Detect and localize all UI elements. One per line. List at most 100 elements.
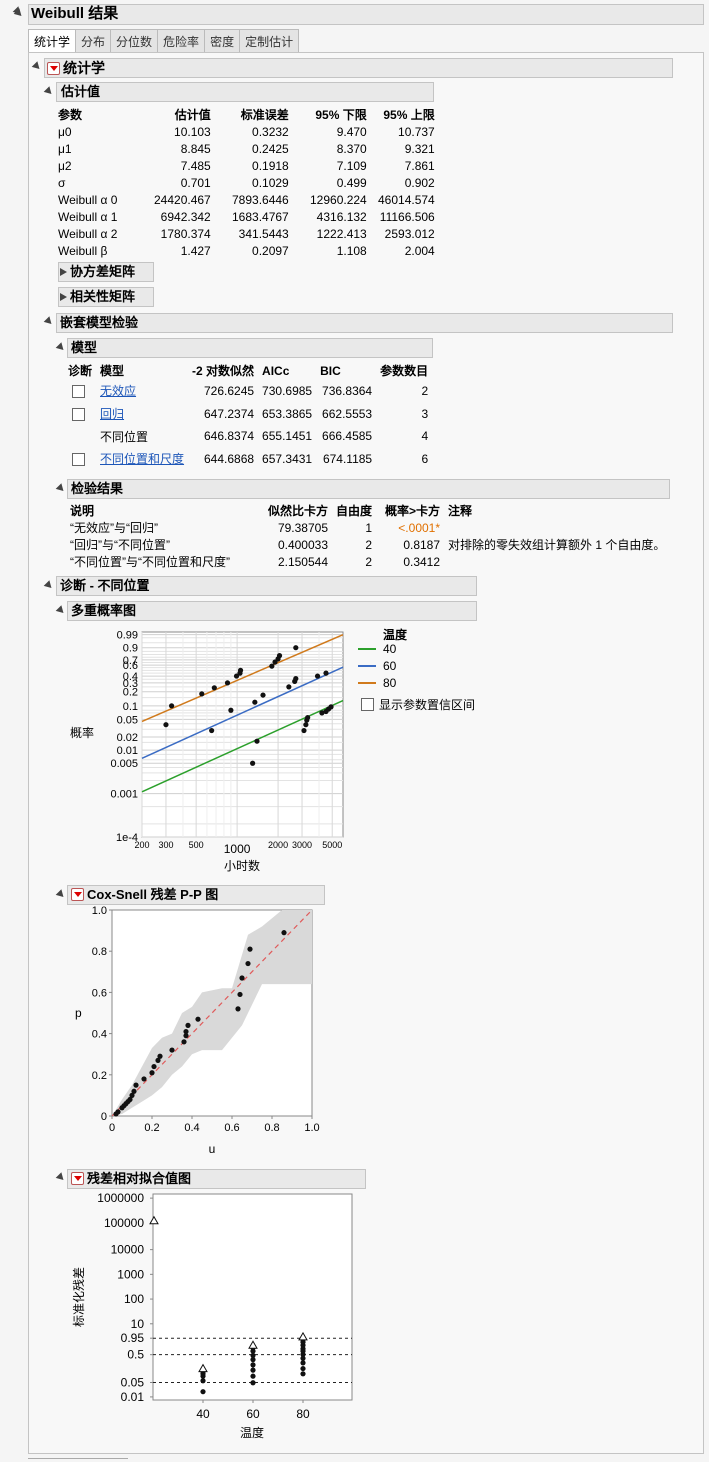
estimates-header[interactable]: 估计值 xyxy=(56,82,434,102)
tab-distribution[interactable]: 分布 xyxy=(75,29,112,53)
models-header[interactable]: 模型 xyxy=(67,338,433,358)
table-row: “无效应”与“回归” 79.38705 1 <.0001* xyxy=(66,519,669,536)
data-point xyxy=(323,670,329,676)
nested-header[interactable]: 嵌套模型检验 xyxy=(56,313,673,333)
cell: 12960.224 xyxy=(310,192,367,207)
diagnose-checkbox[interactable] xyxy=(72,452,85,466)
cell: 644.6868 xyxy=(203,451,255,466)
data-point xyxy=(235,1006,241,1012)
data-point xyxy=(199,691,205,697)
x-tick-label: 200 xyxy=(134,840,149,850)
coxsnell-header[interactable]: Cox-Snell 残差 P-P 图 xyxy=(67,885,325,905)
legend-item-60[interactable]: 60 xyxy=(358,659,396,673)
nested-title: 嵌套模型检验 xyxy=(60,315,139,330)
cell: 653.3865 xyxy=(262,406,313,421)
y-tick-label: 1.0 xyxy=(92,906,107,917)
data-point xyxy=(239,975,245,981)
x-tick-label: 0.8 xyxy=(264,1122,279,1134)
legend-item-40[interactable]: 40 xyxy=(358,642,396,656)
y-tick-label: 0.95 xyxy=(121,1331,145,1345)
cell: 726.6245 xyxy=(203,383,255,398)
data-point xyxy=(157,1053,163,1059)
tests-header[interactable]: 检验结果 xyxy=(67,479,670,499)
data-point xyxy=(252,699,258,705)
data-point xyxy=(163,722,169,728)
red-triangle-menu-icon[interactable] xyxy=(71,1172,84,1185)
cell xyxy=(444,519,669,536)
show-ci-checkbox[interactable] xyxy=(361,698,374,711)
report-header[interactable]: Weibull 结果 xyxy=(13,4,704,25)
x-tick-label: 0.2 xyxy=(144,1122,159,1134)
multi-probability-plot: 0.990.90.70.60.40.30.20.10.050.020.010.0… xyxy=(110,630,344,856)
y-tick-label: 0.2 xyxy=(92,1070,107,1082)
col-header: 概率>卡方 xyxy=(385,504,441,518)
model-link[interactable]: 回归 xyxy=(100,407,124,421)
data-point xyxy=(286,684,292,690)
covariance-header[interactable]: 协方差矩阵 xyxy=(58,262,154,282)
col-header: 估计值 xyxy=(174,108,211,122)
show-ci-option[interactable]: 显示参数置信区间 xyxy=(361,696,475,713)
cell: 646.8374 xyxy=(203,429,255,443)
cell: 79.38705 xyxy=(277,520,328,535)
cell: 1222.413 xyxy=(316,226,367,241)
cell: Weibull α 1 xyxy=(58,209,118,224)
cell: 46014.574 xyxy=(378,192,435,207)
cell: 662.5553 xyxy=(322,406,373,421)
x-tick-label: 60 xyxy=(246,1407,260,1421)
table-row: Weibull β 1.427 0.2097 1.108 2.004 xyxy=(54,242,439,259)
diagnose-checkbox[interactable] xyxy=(72,384,85,398)
table-row: Weibull α 1 6942.342 1683.4767 4316.132 1116… xyxy=(54,208,439,225)
y-tick-label: 100000 xyxy=(104,1216,144,1230)
data-point xyxy=(293,676,299,682)
tab-density[interactable]: 密度 xyxy=(204,29,241,53)
tab-custom-estimate[interactable]: 定制估计 xyxy=(239,29,300,53)
cell: Weibull α 0 xyxy=(58,192,118,207)
tab-stats[interactable]: 统计学 xyxy=(28,29,77,53)
x-axis-label: 温度 xyxy=(240,1425,264,1440)
covariance-title: 协方差矩阵 xyxy=(70,264,136,279)
data-point xyxy=(169,1047,175,1053)
multi-header[interactable]: 多重概率图 xyxy=(67,601,477,621)
cell: 730.6985 xyxy=(262,383,313,398)
correlation-header[interactable]: 相关性矩阵 xyxy=(58,287,154,307)
model-link[interactable]: 不同位置和尺度 xyxy=(100,452,184,466)
diagnose-checkbox[interactable] xyxy=(72,407,85,421)
stats-header[interactable]: 统计学 xyxy=(44,58,673,78)
expand-triangle-icon[interactable] xyxy=(60,268,67,276)
table-row: μ1 8.845 0.2425 8.370 9.321 xyxy=(54,140,439,157)
cell: 3 xyxy=(421,406,429,421)
data-point xyxy=(228,707,234,713)
cell: 24420.467 xyxy=(154,192,211,207)
data-point xyxy=(149,1070,155,1076)
stats-title: 统计学 xyxy=(63,60,105,76)
table-row: Weibull α 2 1780.374 341.5443 1222.413 2593.… xyxy=(54,225,439,242)
cell: 对排除的零失效组计算额外 1 个自由度。 xyxy=(448,538,666,552)
model-link[interactable]: 无效应 xyxy=(100,384,136,398)
bottom-scrollbar[interactable] xyxy=(28,1458,128,1462)
cell: 1683.4767 xyxy=(232,209,289,224)
multi-title: 多重概率图 xyxy=(71,603,137,618)
col-header: 注释 xyxy=(448,504,473,518)
data-point xyxy=(185,1022,191,1028)
cell: 1.427 xyxy=(180,243,211,258)
expand-triangle-icon[interactable] xyxy=(60,293,67,301)
y-tick-label: 0.2 xyxy=(123,687,138,699)
col-header: BIC xyxy=(320,363,341,378)
x-tick-label: 0.6 xyxy=(224,1122,239,1134)
table-row: 不同位置和尺度 644.6868 657.3431 674.1185 6 xyxy=(64,447,432,470)
diag-title: 诊断 - 不同位置 xyxy=(60,578,150,593)
red-triangle-menu-icon[interactable] xyxy=(71,888,84,901)
data-point xyxy=(250,1362,256,1368)
data-point xyxy=(269,663,275,669)
red-triangle-menu-icon[interactable] xyxy=(47,62,60,75)
cell: “回归”与“不同位置” xyxy=(70,538,170,552)
estimates-table: 参数 估计值 标准误差 95% 下限 95% 上限 μ0 10.103 0.3232… xyxy=(54,106,439,259)
tab-hazard[interactable]: 危险率 xyxy=(157,29,206,53)
diag-header[interactable]: 诊断 - 不同位置 xyxy=(56,576,477,596)
cell xyxy=(64,447,96,470)
resid-header[interactable]: 残差相对拟合值图 xyxy=(67,1169,366,1189)
cell xyxy=(64,402,96,425)
legend-item-80[interactable]: 80 xyxy=(358,676,396,690)
cell: 666.4585 xyxy=(322,429,373,443)
tab-quantiles[interactable]: 分位数 xyxy=(110,29,159,53)
